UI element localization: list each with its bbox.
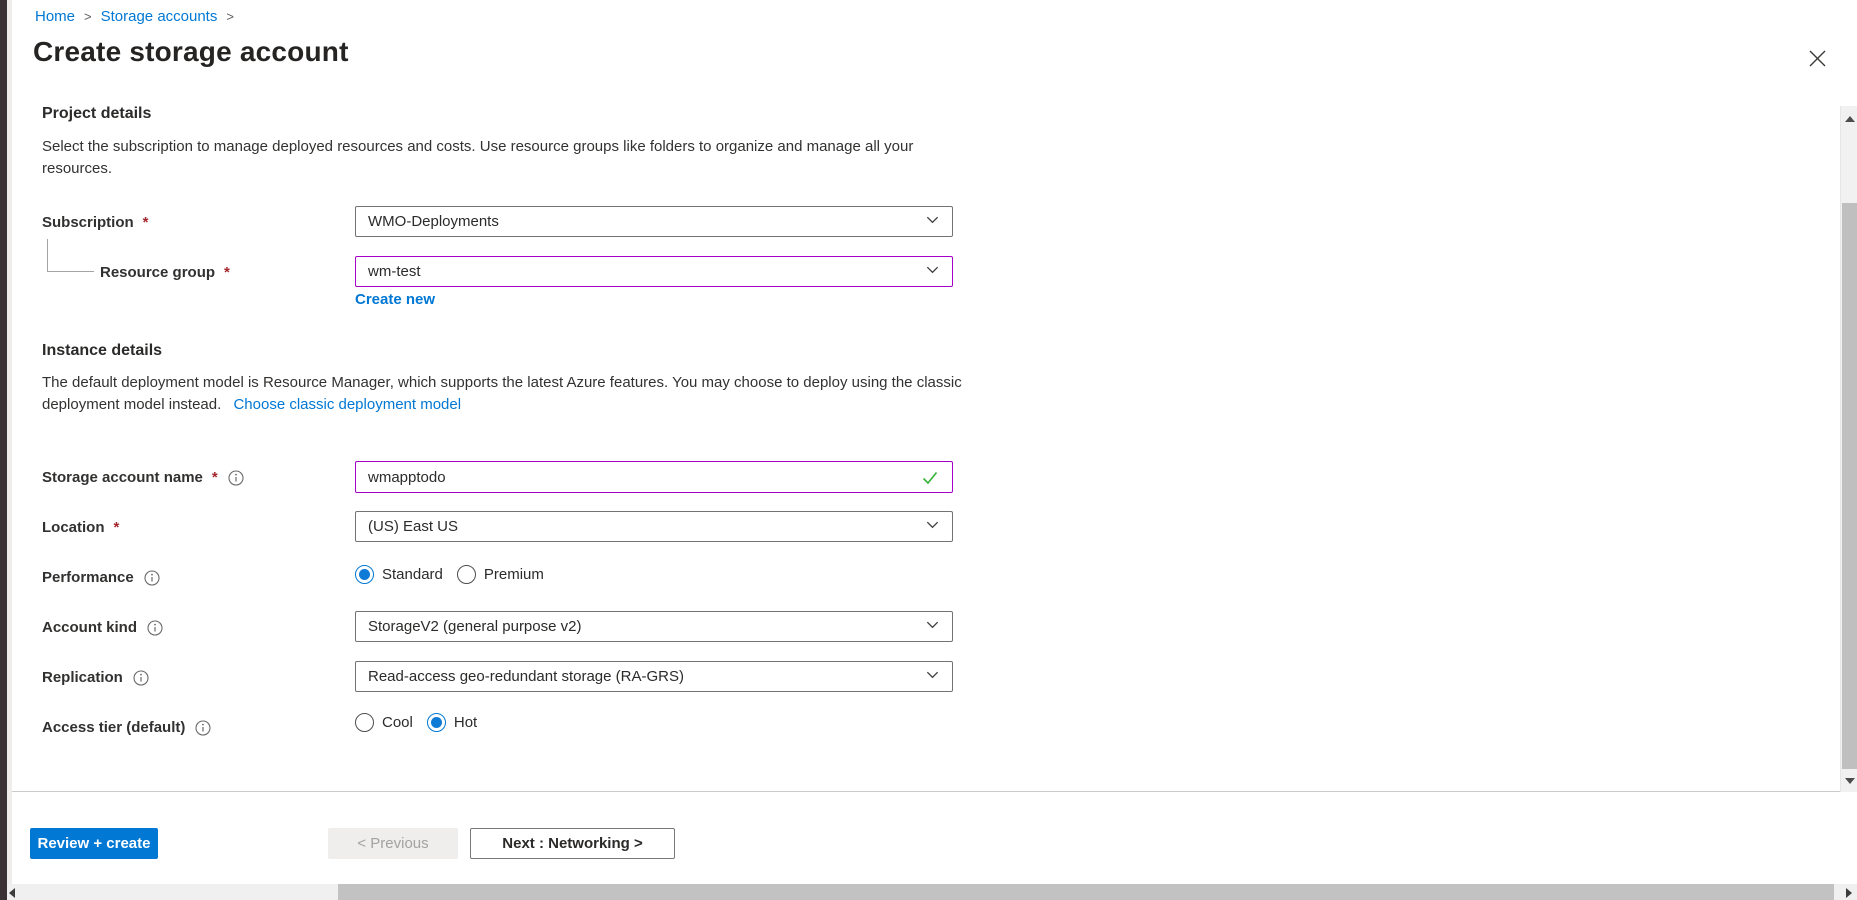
create-new-resource-group-link[interactable]: Create new — [355, 291, 435, 308]
required-asterisk: * — [143, 214, 149, 231]
resource-group-value: wm-test — [368, 263, 421, 280]
storage-account-name-input[interactable] — [355, 461, 953, 493]
location-label: Location * — [42, 519, 119, 536]
access-tier-label: Access tier (default) — [42, 719, 211, 736]
info-icon[interactable] — [144, 570, 160, 586]
breadcrumb: Home > Storage accounts > — [35, 8, 234, 25]
replication-value: Read-access geo-redundant storage (RA-GR… — [368, 668, 684, 685]
close-icon — [1808, 49, 1827, 73]
performance-standard-radio[interactable]: Standard — [355, 565, 443, 584]
access-tier-hot-radio[interactable]: Hot — [427, 713, 477, 732]
footer-divider — [12, 791, 1857, 792]
account-kind-label-text: Account kind — [42, 619, 137, 636]
breadcrumb-separator-icon: > — [226, 9, 234, 24]
previous-button[interactable]: < Previous — [328, 828, 458, 859]
horizontal-scrollbar-thumb[interactable] — [338, 884, 1834, 900]
field-connector-line — [47, 271, 94, 272]
info-icon[interactable] — [195, 720, 211, 736]
performance-label: Performance — [42, 569, 160, 586]
replication-dropdown[interactable]: Read-access geo-redundant storage (RA-GR… — [355, 661, 953, 692]
create-storage-account-blade: Home > Storage accounts > Create storage… — [0, 0, 1857, 900]
replication-label: Replication — [42, 669, 149, 686]
project-details-description: Select the subscription to manage deploy… — [42, 136, 960, 180]
account-kind-value: StorageV2 (general purpose v2) — [368, 618, 581, 635]
account-kind-label: Account kind — [42, 619, 163, 636]
left-panel-edge — [0, 0, 7, 900]
review-create-button[interactable]: Review + create — [30, 828, 158, 859]
subscription-label: Subscription * — [42, 214, 149, 231]
radio-unselected-icon — [457, 565, 476, 584]
chevron-down-icon — [925, 262, 940, 281]
storage-account-name-label-text: Storage account name — [42, 469, 203, 486]
project-details-heading: Project details — [42, 105, 151, 123]
resource-group-dropdown[interactable]: wm-test — [355, 256, 953, 287]
scroll-up-arrow-icon[interactable] — [1845, 116, 1855, 122]
performance-premium-label: Premium — [484, 566, 544, 583]
subscription-value: WMO-Deployments — [368, 213, 499, 230]
chevron-down-icon — [925, 517, 940, 536]
storage-account-name-label: Storage account name * — [42, 469, 244, 486]
replication-label-text: Replication — [42, 669, 123, 686]
radio-selected-icon — [427, 713, 446, 732]
left-panel-divider — [7, 0, 12, 884]
scroll-down-arrow-icon[interactable] — [1845, 778, 1855, 784]
access-tier-radio-group: Cool Hot — [355, 713, 477, 732]
field-connector-line — [47, 239, 48, 272]
access-tier-label-text: Access tier (default) — [42, 719, 185, 736]
subscription-label-text: Subscription — [42, 214, 134, 231]
breadcrumb-home-link[interactable]: Home — [35, 8, 75, 25]
location-value: (US) East US — [368, 518, 458, 535]
performance-premium-radio[interactable]: Premium — [457, 565, 544, 584]
location-dropdown[interactable]: (US) East US — [355, 511, 953, 542]
radio-unselected-icon — [355, 713, 374, 732]
chevron-down-icon — [925, 617, 940, 636]
required-asterisk: * — [114, 519, 120, 536]
page-title: Create storage account — [33, 36, 349, 68]
vertical-scrollbar-thumb[interactable] — [1842, 203, 1857, 769]
required-asterisk: * — [224, 264, 230, 281]
chevron-down-icon — [925, 667, 940, 686]
choose-classic-deployment-link[interactable]: Choose classic deployment model — [233, 396, 461, 413]
required-asterisk: * — [212, 469, 218, 486]
performance-standard-label: Standard — [382, 566, 443, 583]
instance-details-heading: Instance details — [42, 342, 162, 360]
next-networking-button[interactable]: Next : Networking > — [470, 828, 675, 859]
instance-details-text: The default deployment model is Resource… — [42, 374, 962, 413]
scroll-right-arrow-icon[interactable] — [1846, 888, 1852, 898]
performance-label-text: Performance — [42, 569, 134, 586]
subscription-dropdown[interactable]: WMO-Deployments — [355, 206, 953, 237]
close-button[interactable] — [1804, 48, 1830, 74]
scroll-left-arrow-icon[interactable] — [9, 888, 15, 898]
location-label-text: Location — [42, 519, 105, 536]
access-tier-cool-label: Cool — [382, 714, 413, 731]
info-icon[interactable] — [228, 470, 244, 486]
performance-radio-group: Standard Premium — [355, 565, 544, 584]
resource-group-label: Resource group * — [100, 264, 230, 281]
horizontal-scrollbar[interactable] — [0, 884, 1857, 900]
resource-group-label-text: Resource group — [100, 264, 215, 281]
access-tier-hot-label: Hot — [454, 714, 477, 731]
instance-details-description: The default deployment model is Resource… — [42, 372, 970, 416]
info-icon[interactable] — [133, 670, 149, 686]
breadcrumb-separator-icon: > — [84, 9, 92, 24]
radio-selected-icon — [355, 565, 374, 584]
access-tier-cool-radio[interactable]: Cool — [355, 713, 413, 732]
account-kind-dropdown[interactable]: StorageV2 (general purpose v2) — [355, 611, 953, 642]
vertical-scrollbar[interactable] — [1840, 106, 1857, 792]
info-icon[interactable] — [147, 620, 163, 636]
chevron-down-icon — [925, 212, 940, 231]
breadcrumb-storage-accounts-link[interactable]: Storage accounts — [101, 8, 218, 25]
